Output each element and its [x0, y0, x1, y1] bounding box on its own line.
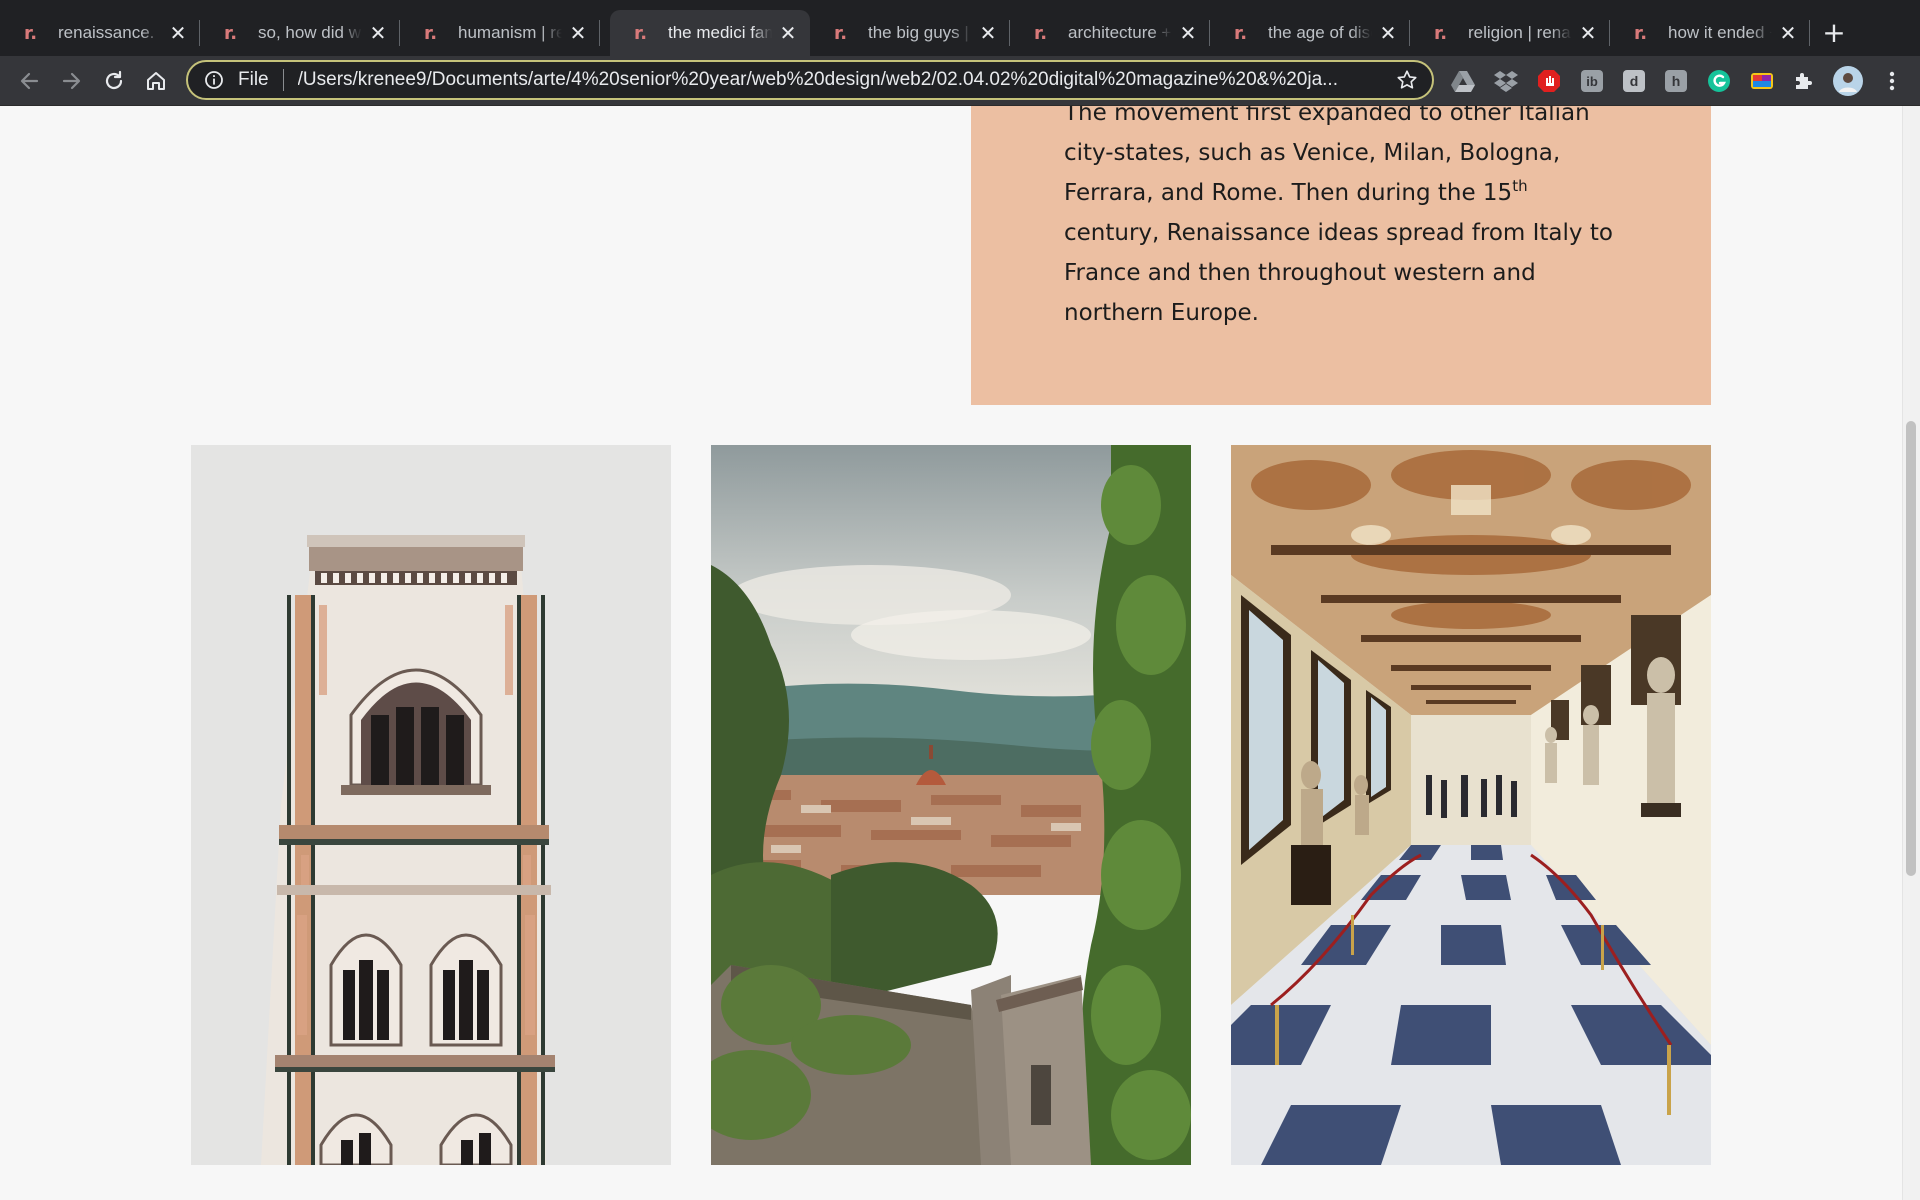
back-button[interactable] [12, 64, 46, 98]
ordinal-suffix: th [1512, 177, 1528, 195]
h-extension[interactable]: h [1662, 67, 1690, 95]
tab-the-medici-family[interactable]: r. the medici fami ✕ [610, 10, 810, 56]
close-icon[interactable]: ✕ [1778, 21, 1798, 45]
tab-title: so, how did we [258, 23, 362, 42]
address-divider [282, 69, 284, 91]
google-drive-icon[interactable] [1449, 67, 1477, 95]
site-favicon: r. [1434, 22, 1448, 44]
home-icon [147, 72, 165, 90]
tab-strip: r. renaissance. ✕ r. so, how did we ✕ r.… [0, 0, 1920, 56]
tab-the-big-guys[interactable]: r. the big guys | r ✕ [810, 10, 1010, 56]
close-icon[interactable]: ✕ [168, 21, 188, 45]
close-icon[interactable]: ✕ [1178, 21, 1198, 45]
browser-menu-icon[interactable] [1878, 67, 1906, 95]
close-icon[interactable]: ✕ [368, 21, 388, 45]
tab-title: religion | renais [1468, 23, 1572, 42]
home-button[interactable] [139, 64, 173, 98]
tab-humanism[interactable]: r. humanism | ren ✕ [400, 10, 600, 56]
tab-so-how-did-we[interactable]: r. so, how did we ✕ [200, 10, 400, 56]
new-tab-button[interactable]: + [1818, 18, 1850, 50]
tab-title: the age of disc [1268, 23, 1372, 42]
tab-title: the big guys | r [868, 23, 972, 42]
site-favicon: r. [634, 22, 648, 44]
bell-tower-photo [191, 445, 671, 1165]
tab-separator [599, 20, 600, 46]
close-icon[interactable]: ✕ [568, 21, 588, 45]
gallery-corridor-photo [1231, 445, 1711, 1165]
site-favicon: r. [424, 22, 438, 44]
article-paragraph: The movement first expanded to other Ita… [1064, 106, 1624, 333]
site-favicon: r. [224, 22, 238, 44]
site-favicon: r. [1634, 22, 1648, 44]
tab-title: the medici fami [668, 23, 772, 42]
page-scrollbar[interactable] [1902, 106, 1920, 1200]
page-viewport: The movement first expanded to other Ita… [0, 106, 1920, 1200]
forward-button[interactable] [55, 64, 89, 98]
adblock-icon[interactable] [1535, 67, 1563, 95]
forward-arrow-icon [62, 72, 81, 90]
info-icon[interactable] [204, 70, 226, 90]
tab-renaissance[interactable]: r. renaissance. ✕ [0, 10, 200, 56]
tab-the-age-of-discovery[interactable]: r. the age of disc ✕ [1210, 10, 1410, 56]
dropbox-icon[interactable] [1492, 67, 1520, 95]
puzzle-extensions-icon[interactable] [1790, 67, 1818, 95]
scheme-label: File [238, 69, 269, 90]
article-text-box: The movement first expanded to other Ita… [971, 106, 1711, 405]
site-favicon: r. [1034, 22, 1048, 44]
florence-view-photo [711, 445, 1191, 1165]
color-picker-icon[interactable] [1748, 67, 1776, 95]
reload-icon [105, 70, 123, 90]
close-icon[interactable]: ✕ [778, 21, 798, 45]
profile-avatar[interactable] [1832, 65, 1864, 97]
tab-title: architecture + a [1068, 23, 1172, 42]
url-text[interactable]: /Users/krenee9/Documents/arte/4%20senior… [298, 69, 1392, 91]
address-bar[interactable]: File /Users/krenee9/Documents/arte/4%20s… [186, 60, 1434, 100]
ib-extension[interactable]: ib [1578, 67, 1606, 95]
tab-title: how it ended + [1668, 23, 1772, 42]
paragraph-tail: century, Renaissance ideas spread from I… [1064, 220, 1613, 326]
close-icon[interactable]: ✕ [1378, 21, 1398, 45]
site-favicon: r. [1234, 22, 1248, 44]
bookmark-star-icon[interactable] [1392, 69, 1422, 91]
tab-title: humanism | ren [458, 23, 562, 42]
tab-how-it-ended[interactable]: r. how it ended + ✕ [1610, 10, 1810, 56]
tab-architecture[interactable]: r. architecture + a ✕ [1010, 10, 1210, 56]
tab-title: renaissance. [58, 23, 155, 42]
back-arrow-icon [20, 72, 39, 90]
paragraph-lead: The movement first expanded to other Ita… [1064, 106, 1590, 206]
d-extension[interactable]: d [1620, 67, 1648, 95]
grammarly-icon[interactable] [1705, 67, 1733, 95]
close-icon[interactable]: ✕ [1578, 21, 1598, 45]
tab-separator [1809, 20, 1810, 46]
close-icon[interactable]: ✕ [978, 21, 998, 45]
site-favicon: r. [24, 22, 38, 44]
site-favicon: r. [834, 22, 848, 44]
reload-button[interactable] [97, 64, 131, 98]
scrollbar-thumb[interactable] [1906, 421, 1916, 876]
browser-toolbar: File /Users/krenee9/Documents/arte/4%20s… [0, 56, 1920, 106]
tab-religion[interactable]: r. religion | renais ✕ [1410, 10, 1610, 56]
